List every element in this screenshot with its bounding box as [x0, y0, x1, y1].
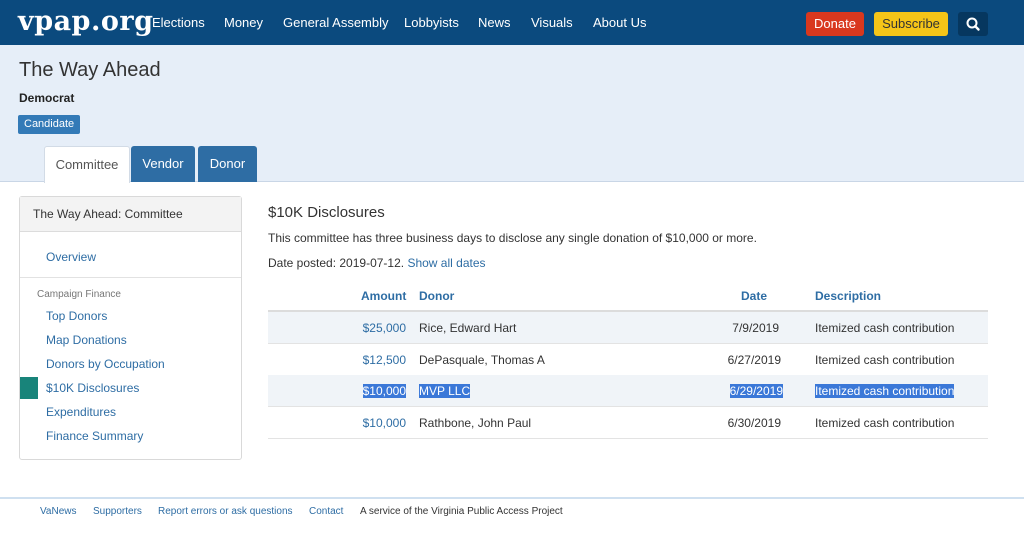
- sidebar-item-donors-by-occupation[interactable]: Donors by Occupation: [46, 357, 165, 371]
- date-posted: Date posted: 2019-07-12. Show all dates: [268, 256, 486, 270]
- show-all-dates-link[interactable]: Show all dates: [407, 256, 485, 270]
- column-header-date[interactable]: Date: [741, 289, 767, 303]
- footer-link-report-errors[interactable]: Report errors or ask questions: [158, 506, 293, 517]
- nav-lobbyists[interactable]: Lobbyists: [404, 15, 459, 30]
- subscribe-button[interactable]: Subscribe: [874, 12, 948, 36]
- description-cell: Itemized cash contribution: [815, 416, 955, 430]
- description-cell: Itemized cash contribution: [815, 384, 955, 398]
- nav-news[interactable]: News: [478, 15, 511, 30]
- amount-cell[interactable]: $12,500: [363, 353, 406, 367]
- sidebar-item-finance-summary[interactable]: Finance Summary: [46, 429, 143, 443]
- donor-cell[interactable]: Rathbone, John Paul: [419, 416, 531, 430]
- sidebar: The Way Ahead: Committee Overview Campai…: [19, 196, 242, 460]
- footer-link-contact[interactable]: Contact: [309, 506, 343, 517]
- description-cell: Itemized cash contribution: [815, 353, 955, 367]
- column-header-amount[interactable]: Amount: [361, 289, 406, 303]
- nav-elections[interactable]: Elections: [152, 15, 205, 30]
- nav-visuals[interactable]: Visuals: [531, 15, 573, 30]
- amount-cell[interactable]: $10,000: [363, 416, 406, 430]
- table-row: $10,000 Rathbone, John Paul 6/30/2019 It…: [268, 407, 988, 439]
- section-title: $10K Disclosures: [268, 204, 385, 221]
- table-row-selected: $10,000 MVP LLC 6/29/2019 Itemized cash …: [268, 375, 988, 407]
- donor-cell[interactable]: MVP LLC: [419, 384, 471, 398]
- sidebar-item-map-donations[interactable]: Map Donations: [46, 333, 127, 347]
- sidebar-item-10k-disclosures[interactable]: $10K Disclosures: [46, 381, 139, 395]
- description-cell: Itemized cash contribution: [815, 321, 955, 335]
- sidebar-item-overview[interactable]: Overview: [46, 250, 96, 264]
- sidebar-section-label: Campaign Finance: [37, 289, 121, 300]
- sidebar-item-top-donors[interactable]: Top Donors: [46, 309, 107, 323]
- date-cell: 6/29/2019: [729, 384, 783, 398]
- nav-about-us[interactable]: About Us: [593, 15, 646, 30]
- donor-cell[interactable]: Rice, Edward Hart: [419, 321, 516, 335]
- footer-service-text: A service of the Virginia Public Access …: [360, 506, 563, 517]
- amount-cell[interactable]: $10,000: [362, 384, 406, 398]
- party-label: Democrat: [19, 91, 75, 105]
- date-cell: 6/27/2019: [727, 353, 781, 367]
- sidebar-item-expenditures[interactable]: Expenditures: [46, 405, 116, 419]
- footer-divider: [0, 497, 1024, 499]
- nav-general-assembly[interactable]: General Assembly: [283, 15, 389, 30]
- site-logo[interactable]: vpap.org: [18, 6, 153, 37]
- page-title: The Way Ahead: [19, 59, 161, 81]
- column-header-description[interactable]: Description: [815, 289, 881, 303]
- date-cell: 7/9/2019: [732, 321, 779, 335]
- tab-vendor[interactable]: Vendor: [131, 146, 195, 182]
- date-posted-text: Date posted: 2019-07-12.: [268, 256, 405, 270]
- table-row: $12,500 DePasquale, Thomas A 6/27/2019 I…: [268, 344, 988, 376]
- footer-link-supporters[interactable]: Supporters: [93, 506, 142, 517]
- date-cell: 6/30/2019: [727, 416, 781, 430]
- section-description: This committee has three business days t…: [268, 231, 757, 245]
- search-icon: [966, 17, 980, 31]
- page-header: The Way Ahead Democrat Candidate Committ…: [0, 45, 1024, 183]
- sidebar-divider: [20, 277, 241, 278]
- table-row: $25,000 Rice, Edward Hart 7/9/2019 Itemi…: [268, 312, 988, 344]
- column-header-donor[interactable]: Donor: [419, 289, 454, 303]
- candidate-badge[interactable]: Candidate: [18, 115, 81, 134]
- active-item-marker: [20, 377, 38, 399]
- tab-donor[interactable]: Donor: [198, 146, 257, 182]
- top-nav: vpap.org Elections Money General Assembl…: [0, 0, 1024, 45]
- donate-button[interactable]: Donate: [806, 12, 864, 36]
- amount-cell[interactable]: $25,000: [363, 321, 406, 335]
- donor-cell[interactable]: DePasquale, Thomas A: [419, 353, 545, 367]
- search-button[interactable]: [958, 12, 988, 36]
- footer-link-vanews[interactable]: VaNews: [40, 506, 77, 517]
- nav-money[interactable]: Money: [224, 15, 263, 30]
- sidebar-heading: The Way Ahead: Committee: [20, 197, 241, 232]
- tab-committee[interactable]: Committee: [44, 146, 130, 183]
